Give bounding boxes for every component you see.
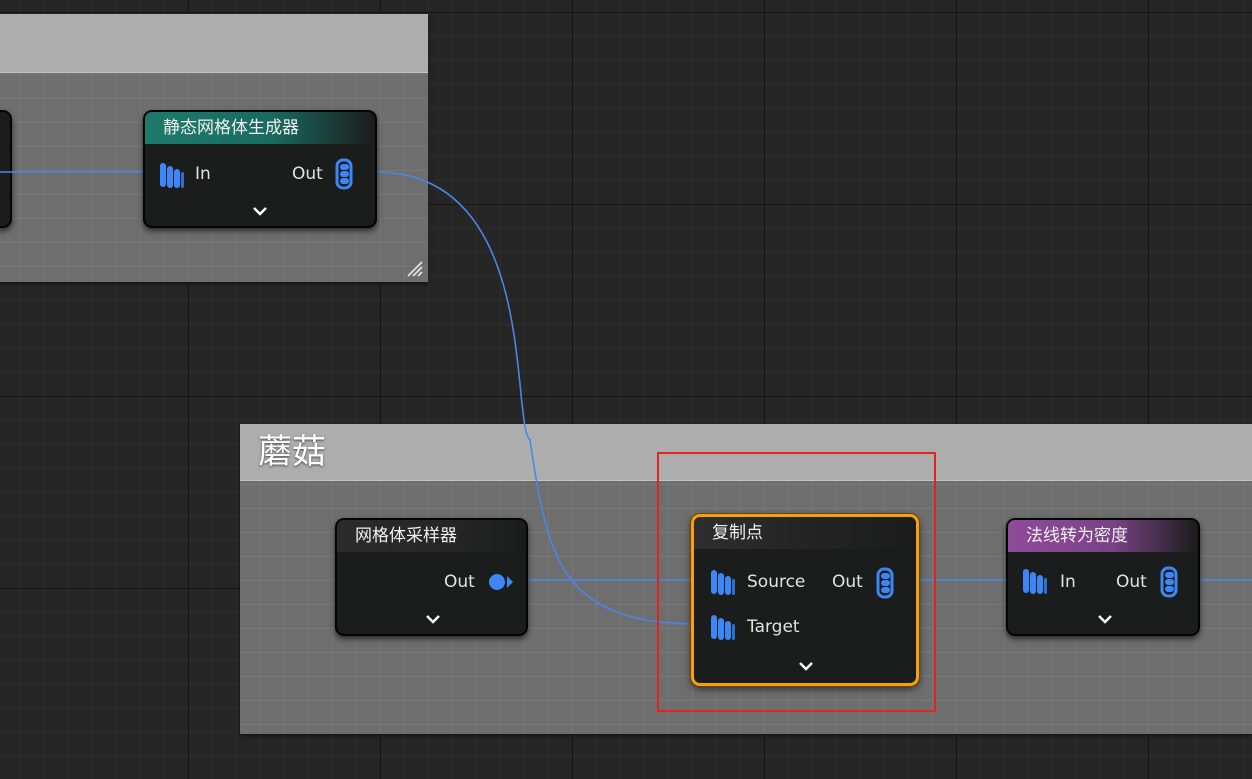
comment-header-top[interactable] [0,14,428,73]
out-pin-icon[interactable] [487,572,513,592]
node-header-static-mesh-spawner[interactable]: 静态网格体生成器 [145,112,375,144]
in-pin-label: In [195,164,211,184]
in-pin-label: In [1060,572,1076,592]
out-pin-icon[interactable] [1160,566,1180,598]
node-mesh-sampler[interactable]: 网格体采样器 Out [335,518,528,636]
expand-chevron-icon[interactable] [425,613,441,625]
in-pin-icon[interactable] [1020,566,1048,596]
comment-title-mushroom: 蘑菇 [258,432,326,472]
node-static-mesh-spawner[interactable]: 静态网格体生成器 In Out [143,110,377,228]
expand-chevron-icon[interactable] [1097,613,1113,625]
node-title-static-mesh-spawner: 静态网格体生成器 [163,118,299,138]
highlight-box [657,452,936,712]
node-header-mesh-sampler[interactable]: 网格体采样器 [337,520,526,552]
node-normal-to-density[interactable]: 法线转为密度 In Out [1006,518,1200,636]
expand-chevron-icon[interactable] [252,205,268,217]
resize-grip-icon[interactable] [404,258,424,278]
out-pin-label: Out [292,164,323,184]
out-pin-label: Out [1116,572,1147,592]
node-title-normal-to-density: 法线转为密度 [1026,526,1128,546]
node-title-mesh-sampler: 网格体采样器 [355,526,457,546]
partial-node-left[interactable] [0,110,12,228]
out-pin-icon[interactable] [335,158,355,190]
node-header-normal-to-density[interactable]: 法线转为密度 [1008,520,1198,552]
out-pin-label: Out [444,572,475,592]
in-pin-icon[interactable] [157,160,185,190]
